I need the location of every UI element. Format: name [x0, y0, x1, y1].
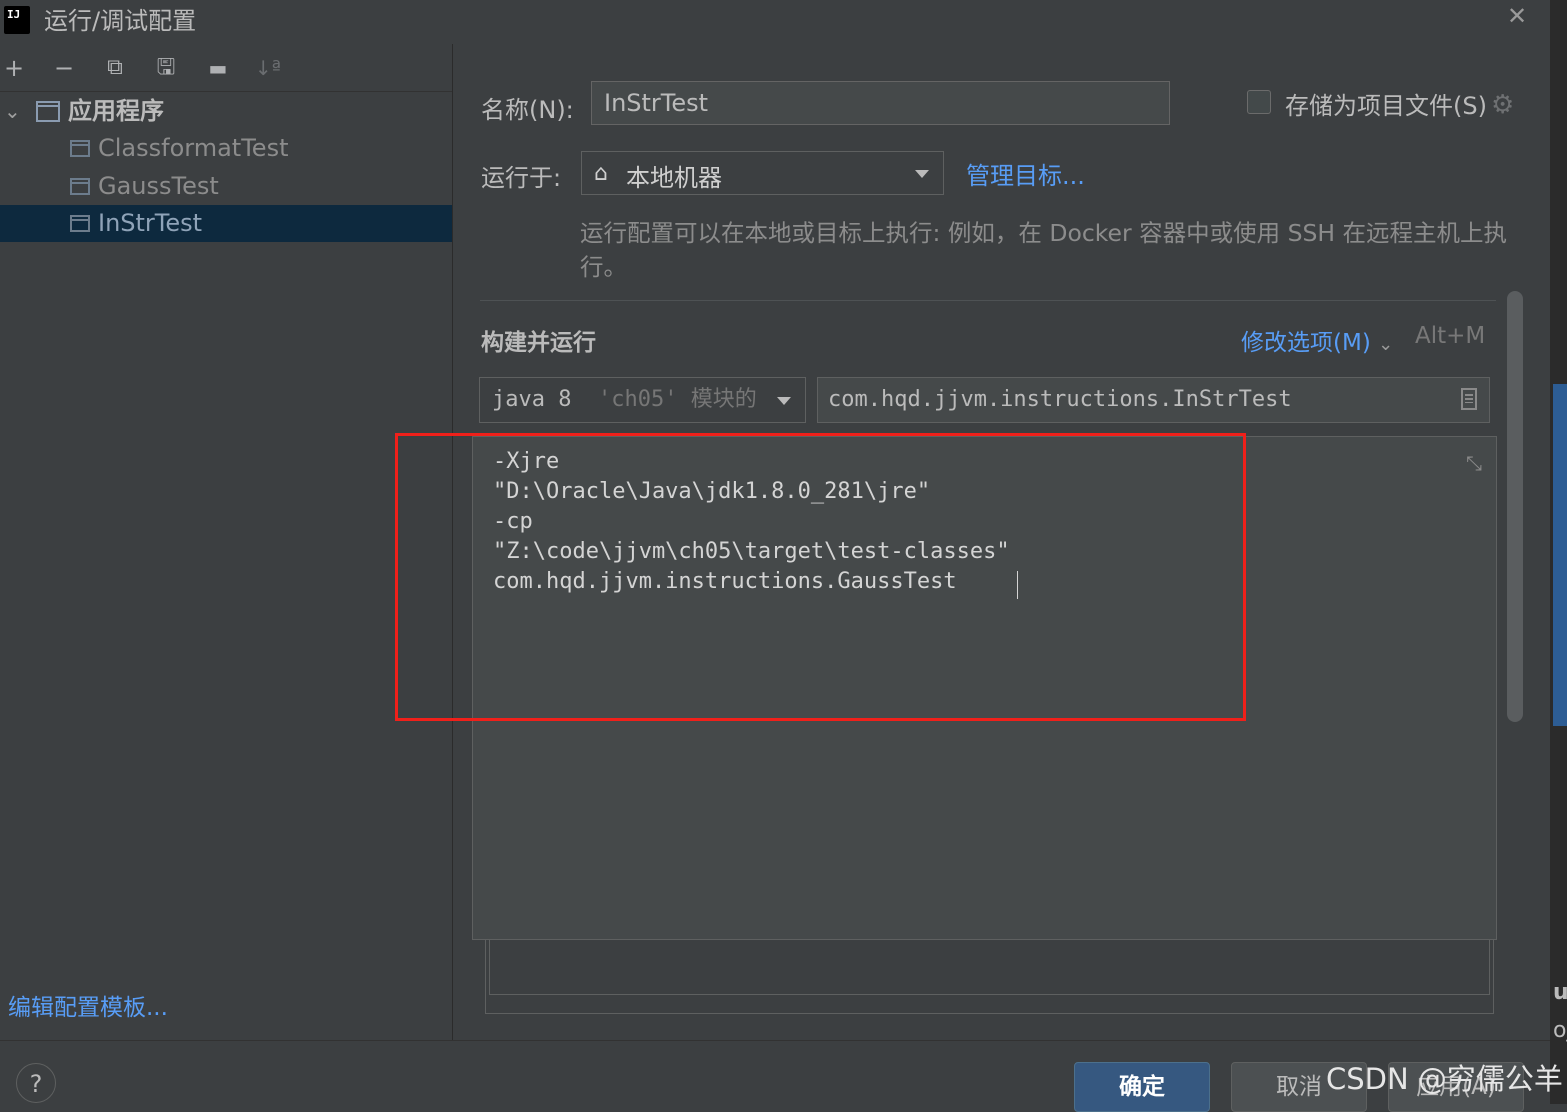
- toolbar-divider: [0, 91, 452, 92]
- home-icon: ⌂: [594, 161, 608, 186]
- sort-icon[interactable]: ↓ª: [254, 54, 282, 82]
- sidebar-toolbar: + − ⧉ 🖫 ▬ ↓ª: [0, 46, 452, 92]
- edit-templates-link[interactable]: 编辑配置模板...: [8, 988, 168, 1022]
- run-on-hint: 运行配置可以在本地或目标上执行: 例如，在 Docker 容器中或使用 SSH …: [580, 219, 1508, 281]
- vertical-scrollbar[interactable]: [1507, 291, 1523, 722]
- save-icon[interactable]: 🖫: [152, 54, 180, 82]
- main-class-field[interactable]: com.hqd.jjvm.instructions.InStrTest: [817, 377, 1490, 423]
- chevron-down-icon[interactable]: ⌄: [4, 93, 21, 130]
- chevron-down-icon: ⌄: [1378, 334, 1394, 355]
- tree-item-label: InStrTest: [98, 209, 203, 237]
- application-config-icon: [70, 178, 90, 195]
- dropdown-arrow-icon: [777, 397, 791, 405]
- tree-group-application[interactable]: ⌄ 应用程序: [0, 93, 452, 130]
- jre-value: java 8: [492, 387, 572, 412]
- main-class-value: com.hqd.jjvm.instructions.InStrTest: [828, 387, 1292, 412]
- run-on-value: 本地机器: [626, 164, 722, 192]
- intellij-app-icon: IJ: [1, 3, 33, 37]
- run-on-select[interactable]: ⌂ 本地机器: [581, 151, 944, 195]
- tree-item-label: ClassformatTest: [98, 134, 289, 162]
- manage-targets-link[interactable]: 管理目标...: [966, 156, 1085, 191]
- background-window-text: oj: [1553, 1018, 1567, 1043]
- app-icon-text: IJ: [7, 8, 21, 21]
- add-icon[interactable]: +: [0, 54, 28, 82]
- background-window-bar: [1553, 384, 1567, 726]
- highlight-box: [395, 433, 1246, 721]
- name-field[interactable]: InStrTest: [591, 81, 1170, 125]
- background-window-text: u: [1553, 980, 1567, 1005]
- section-divider: [480, 300, 1496, 301]
- dropdown-arrow-icon: [915, 170, 929, 178]
- field-outline-inner: [489, 940, 1490, 995]
- jre-select[interactable]: java 8 'ch05' 模块的: [479, 377, 806, 423]
- browse-class-icon[interactable]: [1461, 388, 1477, 410]
- tree-item-gausstest[interactable]: GaussTest: [0, 168, 452, 205]
- dialog-title: 运行/调试配置: [44, 7, 197, 35]
- collapse-icon[interactable]: ⤡: [1466, 451, 1482, 475]
- application-icon: [36, 101, 60, 122]
- gear-icon[interactable]: ⚙: [1491, 90, 1514, 120]
- application-config-icon: [70, 215, 90, 232]
- copy-icon[interactable]: ⧉: [101, 54, 129, 82]
- tree-item-label: GaussTest: [98, 172, 219, 200]
- store-as-project-file-checkbox[interactable]: [1247, 90, 1271, 114]
- store-as-project-file-label[interactable]: 存储为项目文件(S): [1285, 86, 1487, 121]
- modify-options-link[interactable]: 修改选项(M) ⌄: [1241, 323, 1393, 357]
- watermark: CSDN @穷儒公羊: [1326, 1062, 1563, 1096]
- remove-icon[interactable]: −: [50, 54, 78, 82]
- jre-module: 'ch05' 模块的: [598, 387, 757, 412]
- tree-group-label: 应用程序: [68, 97, 164, 125]
- folder-add-icon[interactable]: ▬: [204, 54, 232, 82]
- modify-options-shortcut: Alt+M: [1415, 323, 1486, 349]
- close-icon[interactable]: ✕: [1505, 2, 1529, 30]
- build-and-run-title: 构建并运行: [481, 330, 596, 356]
- footer-divider: [0, 1040, 1550, 1041]
- name-label: 名称(N):: [481, 96, 574, 124]
- help-button[interactable]: ?: [16, 1063, 56, 1103]
- modify-options-label: 修改选项(M): [1241, 330, 1371, 356]
- ok-button[interactable]: 确定: [1074, 1062, 1210, 1112]
- application-config-icon: [70, 140, 90, 157]
- tree-item-instrtest[interactable]: InStrTest: [0, 205, 452, 242]
- title-bar: [0, 0, 1550, 44]
- tree-item-classformattest[interactable]: ClassformatTest: [0, 130, 452, 167]
- run-on-label: 运行于:: [481, 164, 562, 192]
